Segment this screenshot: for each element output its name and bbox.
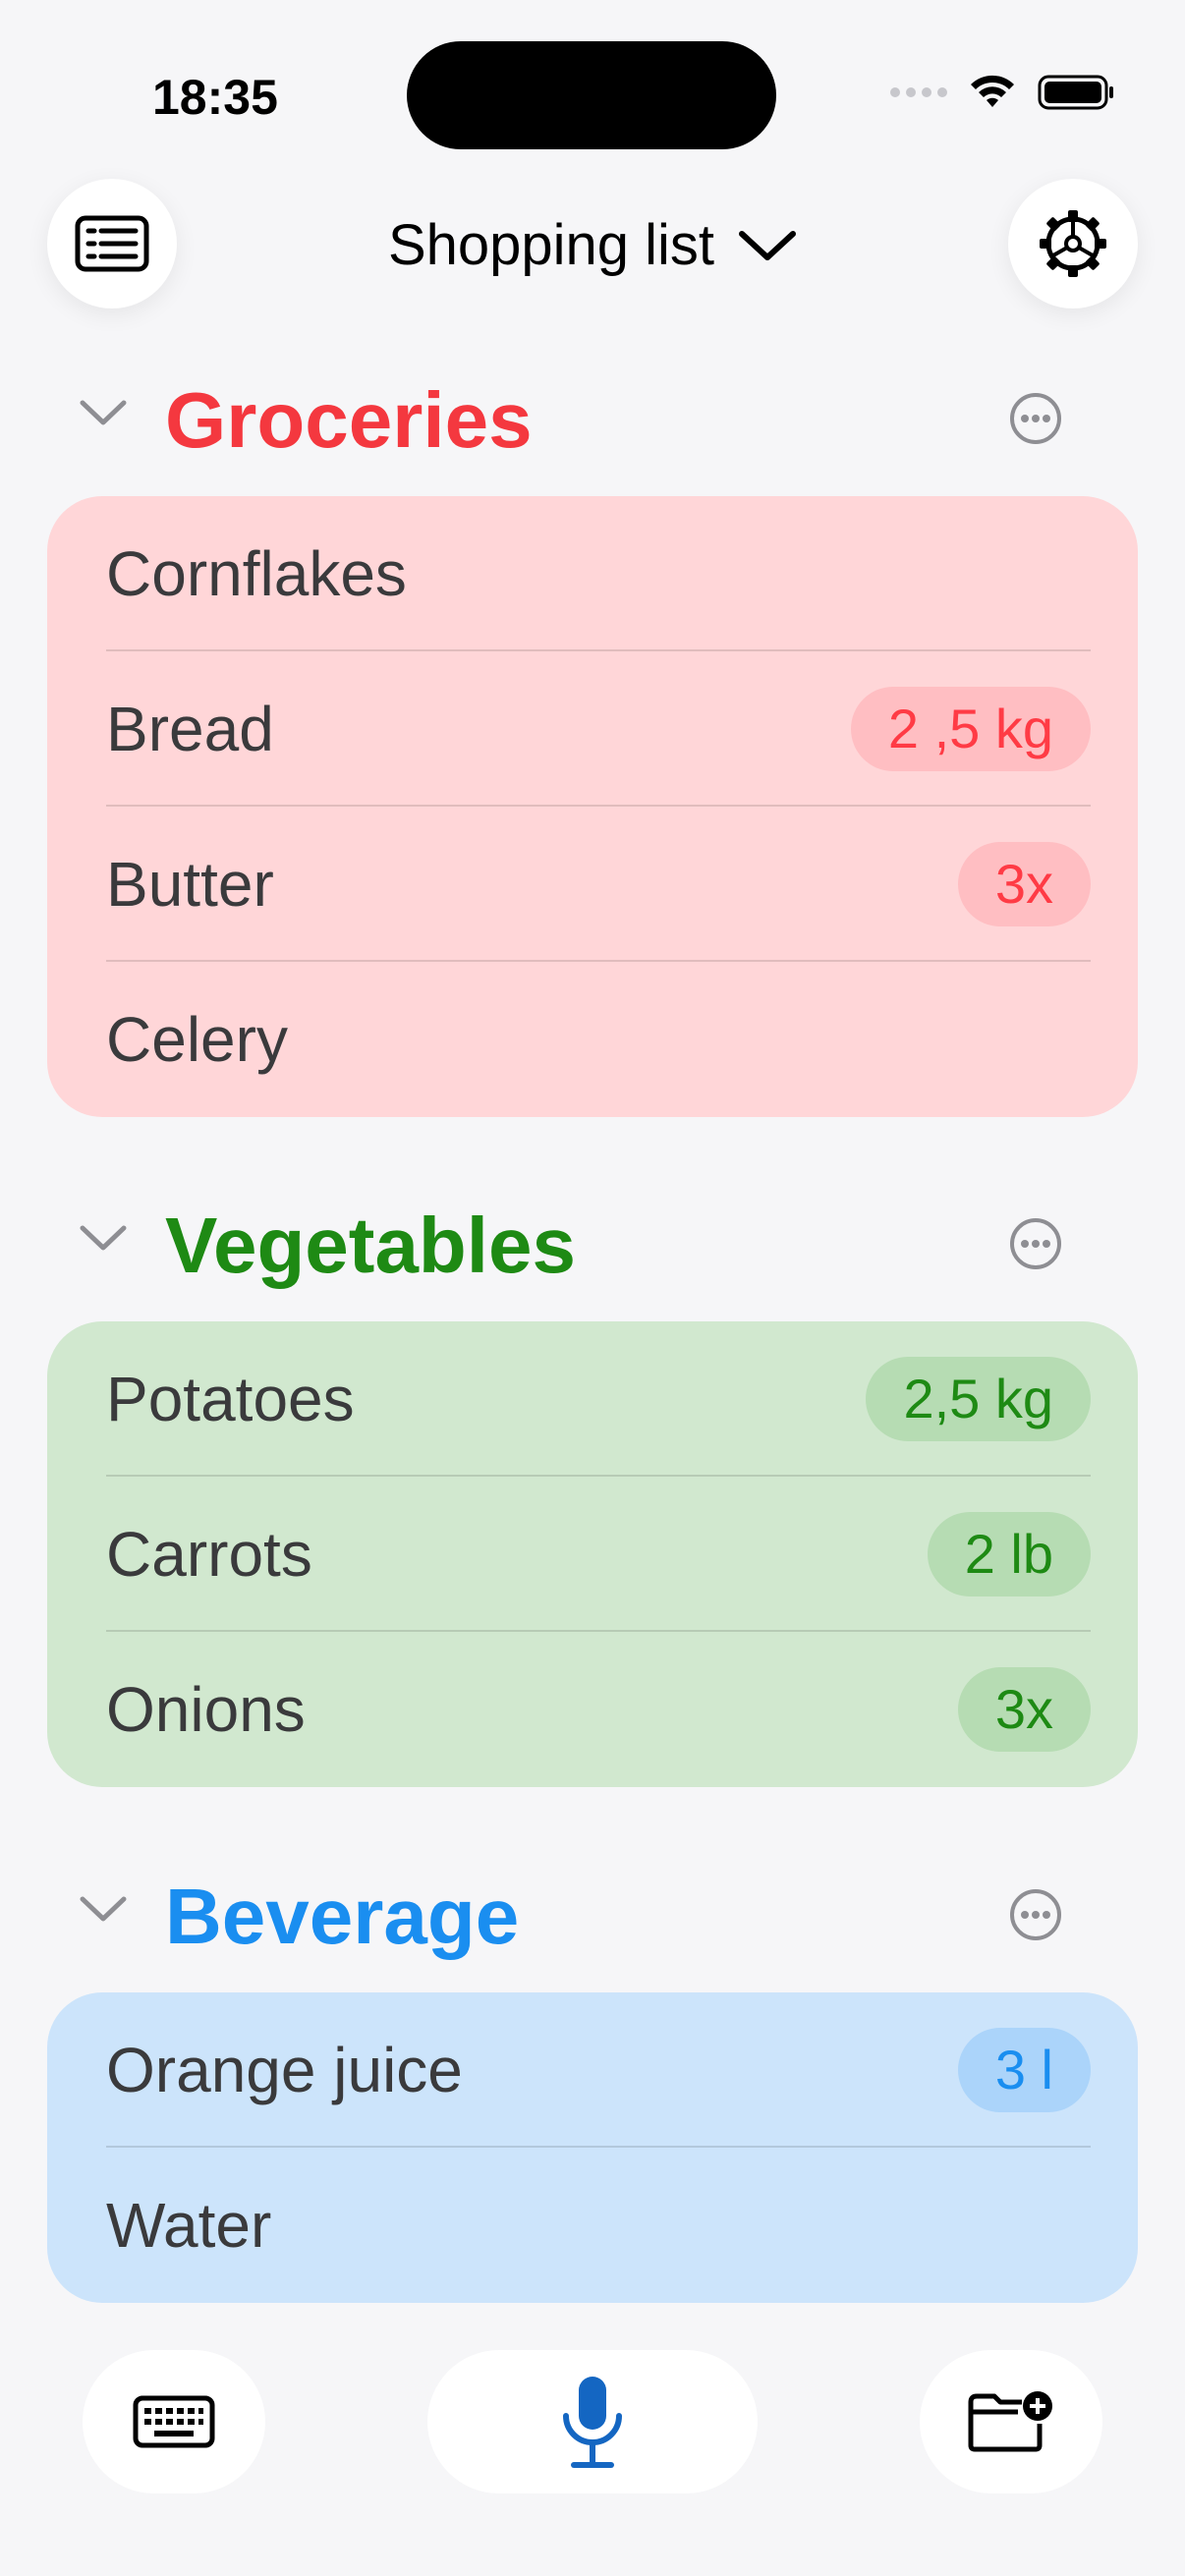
- list-item[interactable]: Celery: [47, 962, 1138, 1117]
- item-name: Carrots: [106, 1519, 312, 1590]
- section-card-vegetables: Potatoes 2,5 kg Carrots 2 lb Onions 3x: [47, 1321, 1138, 1787]
- dynamic-island: [407, 41, 776, 149]
- list-item[interactable]: Butter 3x: [47, 807, 1138, 962]
- list-item[interactable]: Bread 2 ,5 kg: [47, 651, 1138, 807]
- signal-icon: [890, 87, 947, 97]
- status-icons: [890, 73, 1116, 112]
- section-title: Groceries: [165, 376, 533, 464]
- battery-icon: [1038, 75, 1113, 110]
- quantity-badge[interactable]: 3x: [957, 842, 1091, 926]
- nav-bar: Shopping list: [0, 177, 1185, 314]
- quantity-badge[interactable]: 2 lb: [927, 1512, 1091, 1596]
- list-item[interactable]: Onions 3x: [47, 1632, 1138, 1787]
- chevron-collapse-icon[interactable]: [79, 1222, 128, 1254]
- keyboard-icon: [133, 2395, 215, 2448]
- quantity-badge[interactable]: 3x: [957, 1667, 1091, 1752]
- more-icon[interactable]: [1008, 1887, 1063, 1942]
- chevron-down-icon: [739, 230, 797, 260]
- chevron-collapse-icon[interactable]: [79, 1893, 128, 1925]
- status-bar: 18:35: [0, 0, 1185, 187]
- page-title: Shopping list: [387, 213, 715, 277]
- list-item[interactable]: Orange juice 3 l: [47, 1992, 1138, 2148]
- keyboard-button[interactable]: [83, 2350, 265, 2493]
- chevron-collapse-icon[interactable]: [79, 397, 128, 428]
- section-card-groceries: Cornflakes Bread 2 ,5 kg Butter 3x Celer…: [47, 496, 1138, 1117]
- more-icon[interactable]: [1008, 391, 1063, 446]
- item-name: Orange juice: [106, 2035, 463, 2105]
- item-name: Onions: [106, 1674, 306, 1745]
- section-header-groceries: Groceries: [0, 364, 1185, 472]
- voice-input-button[interactable]: [427, 2350, 758, 2493]
- microphone-icon: [563, 2377, 622, 2468]
- item-name: Cornflakes: [106, 538, 407, 609]
- quantity-badge[interactable]: 3 l: [957, 2028, 1091, 2112]
- item-name: Bread: [106, 694, 274, 764]
- gear-icon: [1040, 210, 1106, 277]
- section-title: Beverage: [165, 1873, 520, 1960]
- section-title: Vegetables: [165, 1202, 577, 1289]
- folder-add-icon: [968, 2391, 1052, 2452]
- settings-button[interactable]: [1008, 179, 1138, 308]
- add-section-button[interactable]: [920, 2350, 1102, 2493]
- list-item[interactable]: Water: [47, 2148, 1138, 2303]
- wifi-icon: [971, 75, 1014, 107]
- quantity-badge[interactable]: 2,5 kg: [866, 1357, 1091, 1441]
- section-header-beverage: Beverage: [0, 1860, 1185, 1968]
- status-time: 18:35: [152, 70, 278, 125]
- quantity-badge[interactable]: 2 ,5 kg: [850, 687, 1091, 771]
- item-name: Potatoes: [106, 1364, 355, 1434]
- item-name: Water: [106, 2190, 272, 2261]
- list-item[interactable]: Potatoes 2,5 kg: [47, 1321, 1138, 1477]
- item-name: Butter: [106, 849, 274, 920]
- section-card-beverage: Orange juice 3 l Water: [47, 1992, 1138, 2303]
- more-icon[interactable]: [1008, 1216, 1063, 1271]
- list-item[interactable]: Cornflakes: [47, 496, 1138, 651]
- item-name: Celery: [106, 1004, 288, 1075]
- section-header-vegetables: Vegetables: [0, 1189, 1185, 1297]
- list-item[interactable]: Carrots 2 lb: [47, 1477, 1138, 1632]
